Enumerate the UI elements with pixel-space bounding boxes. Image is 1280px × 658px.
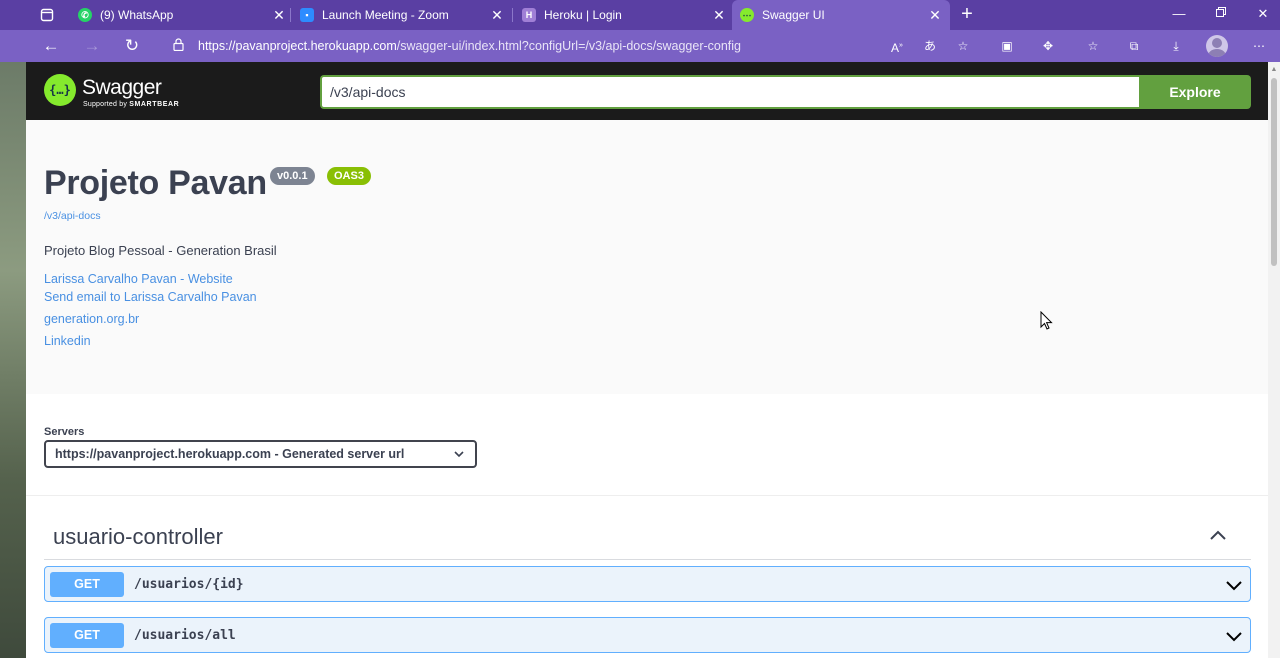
http-method-badge: GET	[50, 572, 124, 597]
tab-separator	[512, 8, 513, 22]
servers-select[interactable]: https://pavanproject.herokuapp.com - Gen…	[44, 440, 477, 468]
scroll-up-icon[interactable]: ▲	[1270, 66, 1278, 74]
url-path: /swagger-ui/index.html?configUrl=/v3/api…	[396, 39, 741, 53]
arrow-left-icon: ←	[42, 36, 60, 55]
read-aloud-icon: A»	[891, 41, 903, 55]
controller-title[interactable]: usuario-controller	[53, 524, 223, 550]
lock-icon	[166, 38, 190, 54]
settings-menu-button[interactable]: ⋯	[1248, 36, 1270, 56]
servers-selected-value: https://pavanproject.herokuapp.com - Gen…	[55, 447, 405, 461]
linkedin-link[interactable]: Linkedin	[44, 334, 91, 348]
profile-avatar[interactable]	[1206, 35, 1228, 57]
tab-zoom[interactable]: ▪ Launch Meeting - Zoom ✕	[296, 2, 506, 28]
refresh-button[interactable]: ↻	[119, 34, 145, 58]
close-icon: ✕	[1257, 6, 1269, 21]
close-tab-icon[interactable]: ✕	[926, 7, 944, 24]
generation-link[interactable]: generation.org.br	[44, 312, 139, 326]
heroku-icon: H	[522, 8, 536, 22]
puzzle-icon: ✥	[1042, 39, 1054, 53]
servers-label: Servers	[44, 426, 85, 438]
chevron-down-icon	[453, 442, 465, 474]
tab-title: Heroku | Login	[544, 8, 622, 22]
restore-button[interactable]	[1208, 4, 1234, 24]
tab-actions-button[interactable]	[30, 4, 64, 26]
api-docs-link[interactable]: /v3/api-docs	[44, 210, 101, 222]
restore-icon	[1216, 7, 1226, 17]
collapse-controller-button[interactable]	[1206, 524, 1230, 548]
minimize-button[interactable]: —	[1166, 4, 1192, 24]
read-aloud-button[interactable]: A»	[886, 36, 908, 56]
tab-whatsapp[interactable]: ✆ (9) WhatsApp ✕	[74, 2, 288, 28]
swagger-logo-subtitle: Supported by SMARTBEAR	[83, 101, 179, 108]
close-window-button[interactable]: ✕	[1250, 4, 1276, 24]
api-title: Projeto Pavan	[44, 164, 267, 202]
operation-path: /usuarios/all	[134, 628, 236, 643]
new-tab-button[interactable]: +	[956, 3, 978, 25]
oas-badge: OAS3	[327, 167, 371, 185]
controller-divider	[44, 559, 1251, 560]
operation-path: /usuarios/{id}	[134, 577, 244, 592]
favorites-button[interactable]: ☆	[1082, 36, 1104, 56]
close-tab-icon[interactable]: ✕	[488, 7, 506, 24]
add-favorite-button[interactable]: ☆	[952, 36, 974, 56]
chevron-up-icon	[1210, 530, 1226, 540]
plus-icon: +	[961, 3, 973, 25]
collections-icon: ▣	[1001, 39, 1013, 53]
zoom-icon: ▪	[300, 8, 314, 22]
operation-get-usuario-by-id[interactable]: GET /usuarios/{id}	[44, 566, 1251, 602]
chevron-down-icon	[1224, 626, 1244, 646]
tab-collections-button[interactable]: ⧉	[1123, 36, 1145, 56]
favorites-icon: ☆	[1087, 39, 1099, 53]
explore-button[interactable]: Explore	[1139, 75, 1251, 109]
browser-tab-bar: ✆ (9) WhatsApp ✕ ▪ Launch Meeting - Zoom…	[0, 0, 1280, 30]
url-text: https://pavanproject.herokuapp.com/swagg…	[198, 39, 741, 53]
scrollbar-thumb[interactable]	[1271, 78, 1277, 266]
browser-toolbar: ← → ↻ https://pavanproject.herokuapp.com…	[0, 30, 1280, 62]
address-bar[interactable]: https://pavanproject.herokuapp.com/swagg…	[160, 33, 980, 59]
whatsapp-icon: ✆	[78, 8, 92, 22]
downloads-button[interactable]: ⤓	[1165, 36, 1187, 56]
tab-title: Launch Meeting - Zoom	[322, 8, 449, 22]
version-badge: v0.0.1	[270, 167, 315, 185]
website-link[interactable]: Larissa Carvalho Pavan - Website	[44, 272, 233, 286]
arrow-right-icon: →	[83, 36, 101, 55]
minimize-icon: —	[1172, 6, 1186, 21]
swagger-topbar: {…} Swagger Supported by SMARTBEAR Explo…	[26, 62, 1268, 120]
email-link[interactable]: Send email to Larissa Carvalho Pavan	[44, 290, 257, 304]
http-method-badge: GET	[50, 623, 124, 648]
url-host: https://pavanproject.herokuapp.com	[198, 39, 397, 53]
more-icon: ⋯	[1253, 39, 1265, 53]
swagger-logo-text: Swagger	[82, 76, 162, 99]
forward-button[interactable]: →	[79, 34, 105, 58]
translate-button[interactable]: あ	[919, 36, 941, 56]
api-description: Projeto Blog Pessoal - Generation Brasil	[44, 243, 277, 258]
tab-swagger-ui[interactable]: ⋯ Swagger UI ✕	[732, 0, 950, 30]
chevron-down-icon	[1224, 575, 1244, 595]
translate-icon: あ	[923, 39, 936, 53]
swagger-icon: ⋯	[740, 8, 754, 22]
mouse-cursor-icon	[1040, 311, 1053, 330]
close-tab-icon[interactable]: ✕	[710, 7, 728, 24]
collections-button[interactable]: ▣	[996, 36, 1018, 56]
star-plus-icon: ☆	[957, 39, 969, 53]
download-icon: ⤓	[1173, 39, 1179, 53]
logo-sub-brand: SMARTBEAR	[129, 101, 180, 108]
tab-actions-icon	[40, 8, 54, 22]
logo-sub-prefix: Supported by	[83, 101, 128, 108]
desktop-background	[0, 62, 26, 658]
refresh-icon: ↻	[124, 36, 140, 55]
close-tab-icon[interactable]: ✕	[270, 7, 288, 24]
operation-get-usuarios-all[interactable]: GET /usuarios/all	[44, 617, 1251, 653]
back-button[interactable]: ←	[38, 34, 64, 58]
tab-heroku[interactable]: H Heroku | Login ✕	[518, 2, 728, 28]
tab-title: Swagger UI	[762, 8, 825, 22]
extensions-button[interactable]: ✥	[1037, 36, 1059, 56]
tab-title: (9) WhatsApp	[100, 8, 174, 22]
page-viewport: {…} Swagger Supported by SMARTBEAR Explo…	[26, 62, 1268, 658]
copy-icon: ⧉	[1129, 39, 1139, 53]
swagger-logo-icon: {…}	[44, 74, 76, 106]
spec-url-input[interactable]	[320, 75, 1140, 109]
tab-separator	[290, 8, 291, 22]
